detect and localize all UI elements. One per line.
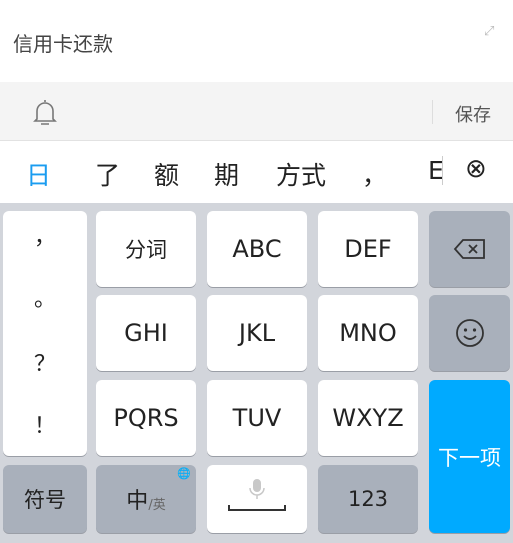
candidate[interactable]: 方式 [276,156,326,192]
mic-icon [228,479,286,511]
lang-alt: /英 [148,497,166,513]
next-button[interactable]: 下一项 [429,380,510,533]
circle-x-icon[interactable]: ⊗ [465,154,487,184]
punct-key[interactable]: 。 [3,281,87,313]
key-abc[interactable]: ABC [207,211,307,287]
candidate[interactable]: 了 [95,156,120,192]
candidate[interactable]: E [428,156,443,185]
lang-main: 中 [126,489,149,514]
key-def[interactable]: DEF [318,211,418,287]
bell-icon[interactable] [31,97,59,127]
expand-icon[interactable]: ⤢ [484,24,494,39]
language-toggle[interactable]: 中/英 🌐 [96,465,196,533]
key-wxyz[interactable]: WXYZ [318,380,418,456]
smiley-icon [455,319,484,347]
candidate[interactable]: 日 [26,156,51,192]
punct-key[interactable]: ， [3,219,87,251]
key-tuv[interactable]: TUV [207,380,307,456]
key-jkl[interactable]: JKL [207,295,307,371]
emoji-button[interactable] [429,295,510,371]
punct-key[interactable]: ！ [3,408,87,440]
punct-key[interactable]: ？ [3,346,87,378]
save-button[interactable]: 保存 [455,101,491,127]
key-ghi[interactable]: GHI [96,295,196,371]
toolbar-divider [432,100,433,124]
key-pqrs[interactable]: PQRS [96,380,196,456]
backspace-button[interactable] [429,211,510,287]
page-title: 信用卡还款 [13,32,113,56]
candidate[interactable]: 额 [154,156,179,192]
candidate[interactable]: ， [362,156,387,192]
globe-icon: 🌐 [177,467,191,480]
key-segment[interactable]: 分词 [96,211,196,287]
space-key[interactable] [207,465,307,533]
numbers-button[interactable]: 123 [318,465,418,533]
backspace-icon [453,239,485,259]
toolbar [0,82,513,141]
key-mno[interactable]: MNO [318,295,418,371]
candidate[interactable]: 期 [214,156,239,192]
symbols-button[interactable]: 符号 [3,465,87,533]
punctuation-list[interactable]: ， 。 ？ ！ [3,211,87,456]
